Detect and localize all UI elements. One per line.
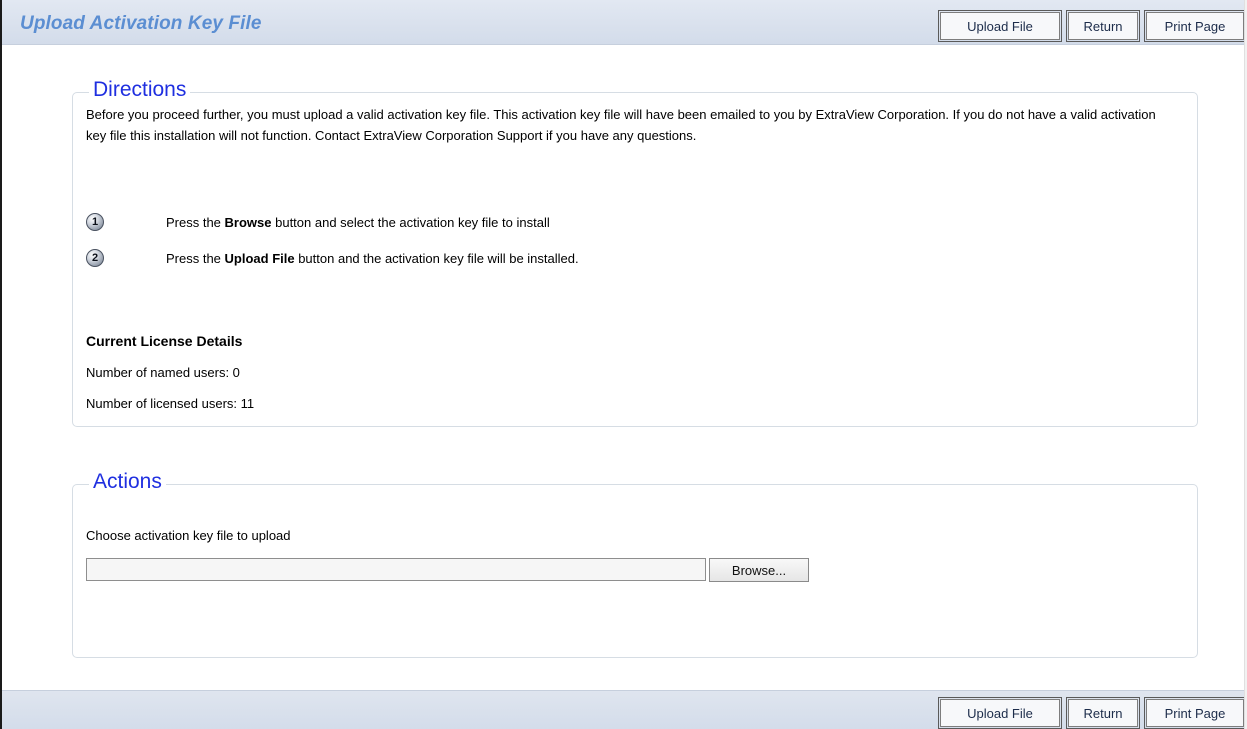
licensed-users-count: Number of licensed users: 11 [86,396,255,411]
step-2: 2 Press the Upload File button and the a… [86,249,579,267]
print-page-button[interactable]: Print Page [1144,10,1246,42]
step-number-2-icon: 2 [86,249,104,267]
upload-file-button[interactable]: Upload File [938,10,1062,42]
step-1: 1 Press the Browse button and select the… [86,213,550,231]
directions-legend: Directions [89,78,191,102]
footer-print-page-button[interactable]: Print Page [1144,697,1246,729]
step-2-text: Press the Upload File button and the act… [166,250,579,266]
step-1-text: Press the Browse button and select the a… [166,214,550,230]
named-users-count: Number of named users: 0 [86,365,240,380]
actions-legend: Actions [89,470,166,494]
actions-section: Actions Choose activation key file to up… [72,470,1198,658]
browse-button[interactable]: Browse... [709,558,809,582]
footer-button-group: Upload File Return Print Page [938,697,1246,729]
file-path-input[interactable] [86,558,706,581]
header-button-group: Upload File Return Print Page [938,10,1246,42]
license-details-heading: Current License Details [86,333,243,349]
file-upload-label: Choose activation key file to upload [86,528,291,543]
page: Upload Activation Key File Upload File R… [0,0,1247,729]
directions-intro: Before you proceed further, you must upl… [86,107,1156,143]
footer-upload-file-button[interactable]: Upload File [938,697,1062,729]
footer-return-button[interactable]: Return [1066,697,1140,729]
page-title: Upload Activation Key File [20,13,262,34]
step-number-1-icon: 1 [86,213,104,231]
directions-section: Directions Before you proceed further, y… [72,78,1198,427]
footer-bar: Upload File Return Print Page [2,690,1246,729]
return-button[interactable]: Return [1066,10,1140,42]
title-bar: Upload Activation Key File Upload File R… [2,0,1246,45]
